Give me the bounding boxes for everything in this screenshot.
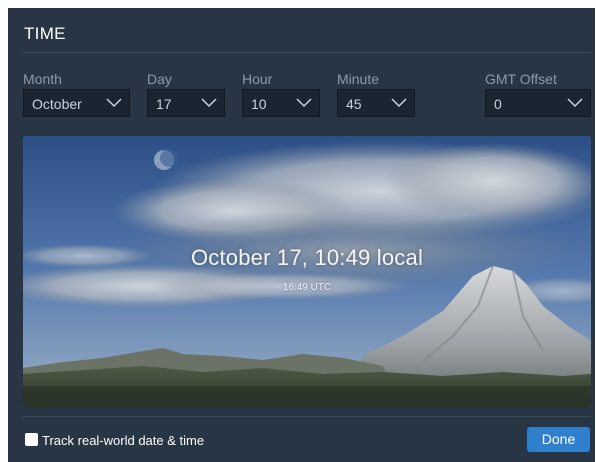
day-label: Day: [147, 71, 172, 87]
chevron-down-icon: [106, 98, 122, 108]
month-select[interactable]: October: [23, 89, 130, 117]
utc-time-readout: 16:49 UTC: [282, 282, 332, 293]
minute-value: 45: [346, 96, 362, 112]
track-real-world-checkbox[interactable]: [25, 433, 38, 446]
hour-value: 10: [251, 96, 267, 112]
done-button[interactable]: Done: [527, 427, 590, 452]
chevron-down-icon: [201, 98, 217, 108]
sky-preview: October 17, 10:49 local 16:49 UTC: [23, 136, 591, 407]
hour-label: Hour: [242, 71, 273, 87]
month-label: Month: [23, 71, 62, 87]
chevron-down-icon: [567, 98, 583, 108]
dialog-title: TIME: [24, 24, 66, 43]
month-value: October: [32, 96, 82, 112]
gmt-offset-label: GMT Offset: [485, 71, 557, 87]
title-divider: [22, 52, 591, 53]
gmt-offset-value: 0: [494, 96, 502, 112]
local-time-readout: October 17, 10:49 local: [190, 245, 424, 270]
hour-select[interactable]: 10: [242, 89, 320, 117]
day-value: 17: [156, 96, 172, 112]
sky-scene-image: [23, 136, 591, 407]
minute-select[interactable]: 45: [337, 89, 415, 117]
gmt-offset-select[interactable]: 0: [485, 89, 591, 117]
chevron-down-icon: [391, 98, 407, 108]
track-real-world-label[interactable]: Track real-world date & time: [42, 433, 204, 448]
minute-label: Minute: [337, 71, 380, 87]
day-select[interactable]: 17: [147, 89, 225, 117]
chevron-down-icon: [296, 98, 312, 108]
time-dialog: TIME Month October Day 17 Hour 10 Minute…: [8, 8, 595, 462]
footer-divider: [22, 416, 591, 417]
